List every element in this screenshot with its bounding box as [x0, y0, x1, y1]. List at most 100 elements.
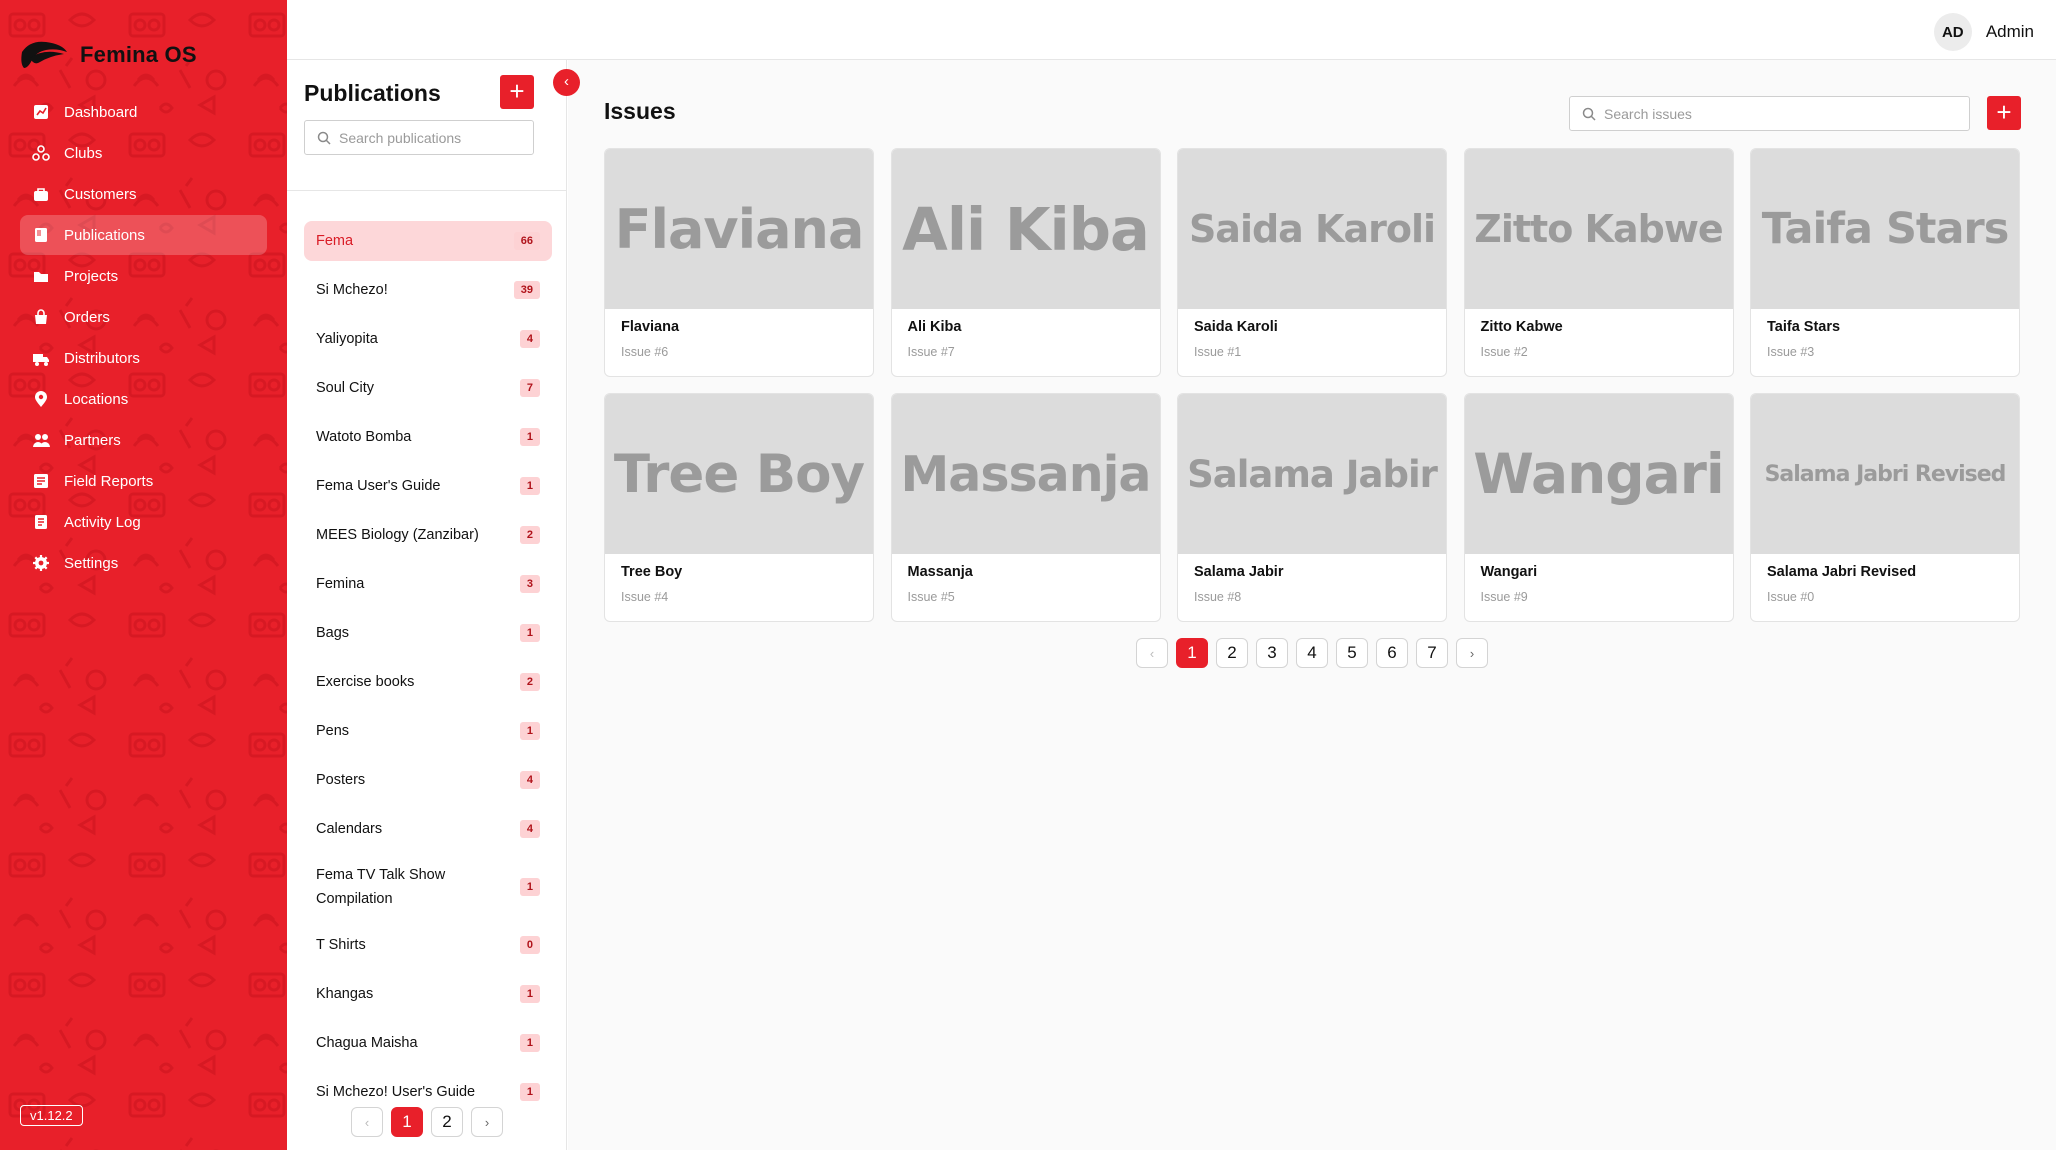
issue-card[interactable]: Massanja Massanja Issue #5: [890, 393, 1161, 622]
publication-item[interactable]: Fema TV Talk Show Compilation 1: [304, 858, 552, 916]
issue-card[interactable]: Taifa Stars Taifa Stars Issue #3: [1750, 148, 2020, 377]
issue-card[interactable]: Zitto Kabwe Zitto Kabwe Issue #2: [1463, 148, 1734, 377]
issues-grid: Flaviana Flaviana Issue #6 Ali Kiba Ali Kiba…: [604, 148, 2021, 622]
nav-item-label: Locations: [64, 390, 129, 408]
publication-item[interactable]: Watoto Bomba 1: [304, 417, 552, 457]
publication-item[interactable]: Posters 4: [304, 760, 552, 800]
book-icon: [35, 228, 47, 242]
issue-count-badge: 1: [519, 722, 540, 740]
nav-item-field-reports[interactable]: Field Reports: [20, 461, 267, 501]
publication-item[interactable]: Fema User's Guide 1: [304, 466, 552, 506]
issues-pagination: ‹ 1 2 3 4 5 6 7 ›: [1136, 638, 1488, 668]
publication-name: Si Mchezo!: [316, 282, 388, 298]
nav-item-partners[interactable]: Partners: [20, 420, 267, 460]
publication-item[interactable]: MEES Biology (Zanzibar) 2: [304, 515, 552, 555]
page-button[interactable]: 7: [1416, 638, 1448, 668]
publication-item[interactable]: Si Mchezo! 39: [304, 270, 552, 310]
chevron-left-icon: ‹: [564, 73, 569, 90]
issues-search[interactable]: [1569, 96, 1970, 131]
next-page-button[interactable]: ›: [471, 1107, 503, 1137]
publication-item[interactable]: Calendars 4: [304, 809, 552, 849]
page-button[interactable]: 3: [1256, 638, 1288, 668]
issue-card[interactable]: Salama Jabir Salama Jabir Issue #8: [1177, 393, 1447, 622]
publication-name: Watoto Bomba: [316, 429, 412, 445]
brand[interactable]: Femina OS: [20, 38, 197, 72]
chevron-left-icon: ‹: [1149, 645, 1155, 661]
issue-count-badge: 0: [519, 936, 540, 954]
nav-item-settings[interactable]: Settings: [20, 543, 267, 583]
nav-item-dashboard[interactable]: Dashboard: [20, 92, 267, 132]
publication-item[interactable]: Chagua Maisha 1: [304, 1023, 552, 1063]
user-menu[interactable]: AD Admin: [1933, 13, 2034, 51]
prev-page-button[interactable]: ‹: [1136, 638, 1168, 668]
main-nav: Dashboard Clubs Customers Publications Proje…: [20, 92, 267, 584]
nav-item-customers[interactable]: Customers: [20, 174, 267, 214]
issue-count-badge: 66: [513, 232, 540, 250]
page-button[interactable]: 6: [1376, 638, 1408, 668]
issue-cover: Saida Karoli: [1178, 149, 1446, 309]
page-button[interactable]: 5: [1336, 638, 1368, 668]
issue-card[interactable]: Tree Boy Tree Boy Issue #4: [604, 393, 874, 622]
page-button[interactable]: 2: [431, 1107, 463, 1137]
prev-page-button[interactable]: ‹: [351, 1107, 383, 1137]
page-button[interactable]: 2: [1216, 638, 1248, 668]
next-page-button[interactable]: ›: [1456, 638, 1488, 668]
page-button[interactable]: 1: [391, 1107, 423, 1137]
publications-search[interactable]: [304, 120, 534, 155]
issue-card[interactable]: Salama Jabri Revised Salama Jabri Revised…: [1750, 393, 2020, 622]
publication-name: Fema: [316, 233, 354, 249]
issue-title: Salama Jabir: [1194, 564, 1284, 580]
nav-item-clubs[interactable]: Clubs: [20, 133, 267, 173]
report-icon: [34, 474, 48, 488]
issue-title: Salama Jabri Revised: [1767, 564, 1917, 580]
nav-item-publications[interactable]: Publications: [20, 215, 267, 255]
nav-item-activity-log[interactable]: Activity Log: [20, 502, 267, 542]
issue-title: Zitto Kabwe: [1480, 319, 1563, 335]
publication-item[interactable]: Yaliyopita 4: [304, 319, 552, 359]
chevron-right-icon: ›: [484, 1114, 490, 1130]
issue-card[interactable]: Flaviana Flaviana Issue #6: [604, 148, 874, 377]
issues-title: Issues: [604, 98, 676, 124]
publication-item[interactable]: Femina 3: [304, 564, 552, 604]
search-issues-input[interactable]: [1604, 105, 1969, 122]
issue-number: Issue #3: [1767, 345, 1815, 359]
avatar[interactable]: AD: [1933, 13, 1972, 51]
issue-count-badge: 1: [519, 878, 540, 896]
nav-item-distributors[interactable]: Distributors: [20, 338, 267, 378]
publications-panel: Publications + Fema 66 Si Mchezo! 39 Yaliyop…: [287, 60, 567, 1150]
issue-count-badge: 7: [519, 379, 540, 397]
truck-icon: [33, 354, 49, 366]
log-icon: [35, 515, 47, 529]
page-button[interactable]: 4: [1296, 638, 1328, 668]
issue-card[interactable]: Saida Karoli Saida Karoli Issue #1: [1177, 148, 1447, 377]
publication-item[interactable]: Khangas 1: [304, 974, 552, 1014]
publication-item[interactable]: Bags 1: [304, 613, 552, 653]
publication-item[interactable]: Soul City 7: [304, 368, 552, 408]
publication-item[interactable]: Pens 1: [304, 711, 552, 751]
add-publication-button[interactable]: +: [500, 75, 534, 109]
publication-item[interactable]: Exercise books 2: [304, 662, 552, 702]
nav-item-label: Clubs: [64, 144, 103, 162]
nav-item-projects[interactable]: Projects: [20, 256, 267, 296]
issue-card[interactable]: Wangari Wangari Issue #9: [1463, 393, 1734, 622]
nav-item-label: Partners: [64, 431, 121, 449]
issue-title: Taifa Stars: [1767, 319, 1841, 335]
add-issue-button[interactable]: +: [1987, 96, 2021, 130]
version-badge: v1.12.2: [20, 1105, 83, 1126]
nav-item-label: Field Reports: [64, 472, 154, 490]
pin-icon: [35, 391, 47, 407]
publication-item[interactable]: T Shirts 0: [304, 925, 552, 965]
nav-item-orders[interactable]: Orders: [20, 297, 267, 337]
publications-pagination: ‹ 1 2 ›: [351, 1104, 503, 1140]
cover-text: Zitto Kabwe: [1474, 207, 1723, 251]
publication-item[interactable]: Fema 66: [304, 221, 552, 261]
issue-cover: Zitto Kabwe: [1464, 149, 1733, 309]
issue-card[interactable]: Ali Kiba Ali Kiba Issue #7: [890, 148, 1161, 377]
user-name[interactable]: Admin: [1986, 22, 2034, 42]
publication-name: T Shirts: [316, 937, 366, 953]
divider: [287, 190, 567, 191]
search-publications-input[interactable]: [339, 129, 533, 146]
collapse-panel-button[interactable]: ‹: [553, 69, 580, 96]
nav-item-locations[interactable]: Locations: [20, 379, 267, 419]
page-button[interactable]: 1: [1176, 638, 1208, 668]
